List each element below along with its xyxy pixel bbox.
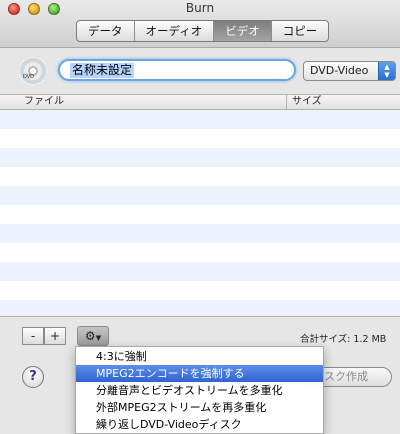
list-stripe [0,224,400,243]
menu-item-loop-dvd[interactable]: 繰り返しDVD-Videoディスク [76,416,323,433]
file-list-header: ファイル サイズ [0,95,400,110]
disc-name-value: 名称未設定 [70,63,135,78]
options-dropdown-menu: 4:3に強制 MPEG2エンコードを強制する 分離音声とビデオストリームを多重化… [75,346,324,434]
file-list[interactable]: ファイル サイズ [0,94,400,317]
title-bar: Burn データ オーディオ ビデオ コピー [0,0,400,48]
remove-file-button[interactable]: - [22,327,44,345]
column-header-size[interactable]: サイズ [292,95,322,109]
menu-item-force-mpeg2-encode[interactable]: MPEG2エンコードを強制する [76,365,323,382]
list-stripe [0,186,400,205]
list-stripe [0,148,400,167]
chevron-down-icon: ▼ [95,334,102,342]
menu-item-mux-separate-streams[interactable]: 分離音声とビデオストリームを多重化 [76,382,323,399]
tab-audio[interactable]: オーディオ [135,21,215,41]
disc-name-row: DVD 名称未設定 DVD-Video ▲ ▼ [0,48,400,94]
column-divider [286,95,287,110]
mode-tabs: データ オーディオ ビデオ コピー [76,20,330,42]
menu-item-force-4-3[interactable]: 4:3に強制 [76,348,323,365]
window-title: Burn [185,1,215,15]
options-menu-button[interactable]: ⚙▼ [77,326,109,346]
dvd-disc-icon: DVD [18,56,48,86]
tab-copy[interactable]: コピー [272,21,328,41]
burn-window: Burn データ オーディオ ビデオ コピー DVD 名称未設定 DVD-Vid… [0,0,400,434]
menu-item-remux-mpeg2[interactable]: 外部MPEG2ストリームを再多重化 [76,399,323,416]
list-stripe [0,110,400,129]
dvd-disc-label: DVD [23,74,35,80]
list-stripe [0,300,400,317]
tab-video[interactable]: ビデオ [214,21,272,41]
format-popup[interactable]: DVD-Video ▲ ▼ [303,61,396,81]
gear-icon: ⚙ [84,329,96,343]
format-popup-value: DVD-Video [310,64,369,77]
help-button[interactable]: ? [22,366,44,388]
list-stripe [0,262,400,281]
popup-arrows-icon: ▲ ▼ [378,62,395,80]
column-header-file[interactable]: ファイル [24,95,64,109]
add-file-button[interactable]: + [44,327,66,345]
tab-data[interactable]: データ [77,21,135,41]
total-size: 合計サイズ: 1.2 MB [300,334,387,345]
disc-name-field[interactable]: 名称未設定 [58,59,296,81]
